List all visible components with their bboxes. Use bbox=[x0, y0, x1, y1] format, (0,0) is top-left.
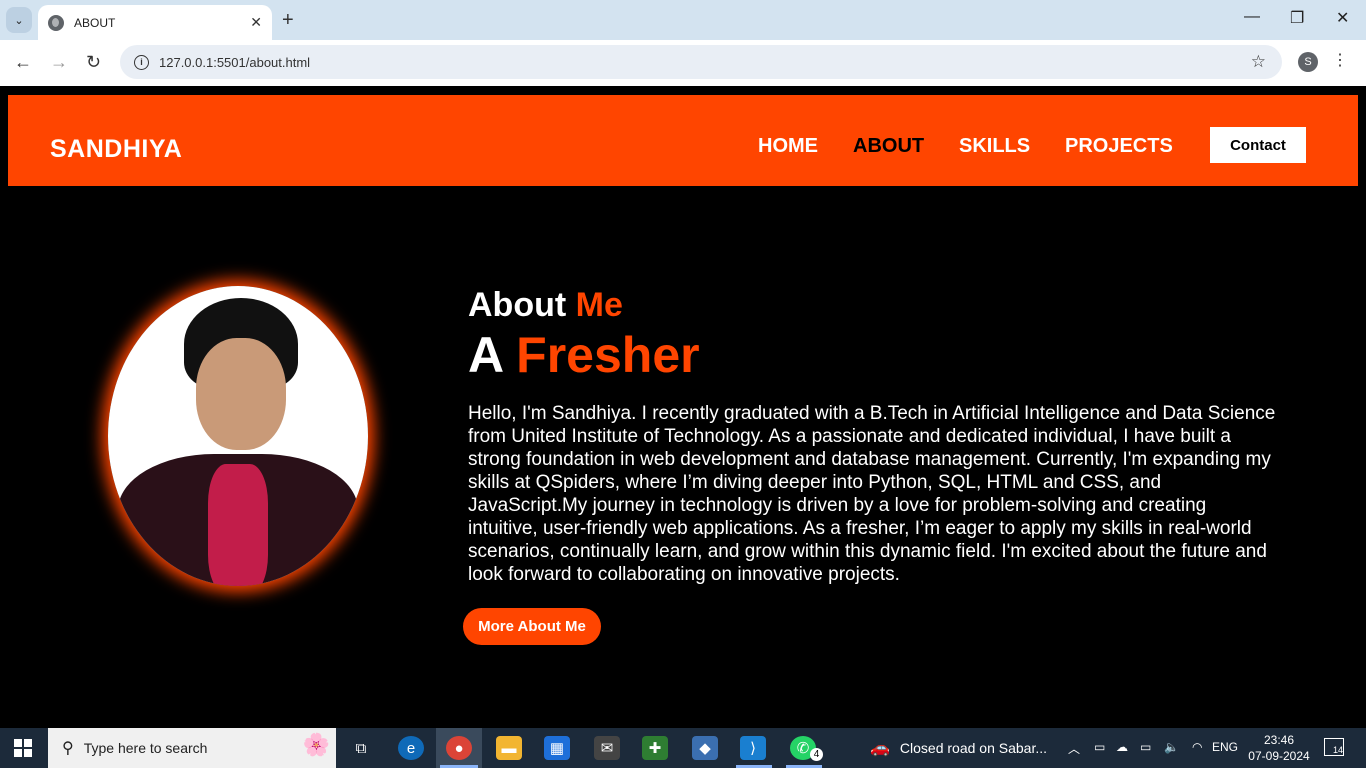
task-view-icon[interactable]: ⧉ bbox=[348, 736, 374, 760]
site-navbar: SANDHIYA HOME ABOUT SKILLS PROJECTS Cont… bbox=[8, 95, 1358, 186]
news-text: Closed road on Sabar... bbox=[899, 740, 1048, 756]
python-icon[interactable]: ◆ bbox=[692, 736, 718, 760]
site-info-icon[interactable]: i bbox=[134, 54, 149, 70]
nav-skills[interactable]: SKILLS bbox=[959, 135, 1030, 158]
about-heading: About Me bbox=[468, 286, 623, 324]
about-paragraph: Hello, I'm Sandhiya. I recently graduate… bbox=[468, 403, 1276, 585]
more-about-me-button[interactable]: More About Me bbox=[463, 608, 601, 645]
taskbar-clock[interactable]: 23:46 07-09-2024 bbox=[1248, 732, 1310, 764]
forward-icon[interactable]: → bbox=[50, 52, 68, 73]
mail-icon[interactable]: ✉ bbox=[594, 736, 620, 760]
vscode-icon[interactable]: ⟩ bbox=[740, 736, 766, 760]
minimize-icon[interactable]: — bbox=[1244, 8, 1260, 26]
new-tab-icon[interactable]: + bbox=[282, 9, 294, 32]
browser-toolbar: ← → ↻ i 127.0.0.1:5501/about.html ☆ S ⋮ bbox=[0, 40, 1366, 86]
volume-icon[interactable]: 🔈 bbox=[1164, 740, 1179, 754]
contact-button[interactable]: Contact bbox=[1210, 127, 1306, 163]
windows-start-icon[interactable] bbox=[14, 739, 32, 757]
taskbar-search-box[interactable]: ⚲ Type here to search 🌸 bbox=[48, 728, 336, 768]
close-window-icon[interactable]: ✕ bbox=[1336, 8, 1349, 28]
notification-center-icon[interactable]: 14 bbox=[1324, 738, 1344, 756]
search-highlight-icon: 🌸 bbox=[302, 732, 330, 757]
browser-tab-strip: ⌄ ABOUT ✕ + — ❐ ✕ bbox=[0, 0, 1366, 40]
bookmark-star-icon[interactable]: ☆ bbox=[1251, 52, 1266, 72]
wifi-icon[interactable]: ◠ bbox=[1192, 740, 1202, 754]
show-hidden-icons[interactable]: ︿ bbox=[1068, 740, 1080, 757]
news-widget[interactable]: 🚗 Closed road on Sabar... bbox=[870, 738, 1047, 758]
app-icon[interactable]: ✚ bbox=[642, 736, 668, 760]
search-placeholder: Type here to search bbox=[83, 740, 208, 756]
tab-close-icon[interactable]: ✕ bbox=[250, 14, 262, 31]
onedrive-icon[interactable]: ☁ bbox=[1116, 740, 1128, 754]
edge-icon[interactable]: e bbox=[398, 736, 424, 760]
nav-about[interactable]: ABOUT bbox=[853, 135, 924, 158]
address-bar[interactable]: i 127.0.0.1:5501/about.html ☆ bbox=[120, 45, 1282, 79]
profile-avatar[interactable]: S bbox=[1298, 52, 1318, 72]
back-icon[interactable]: ← bbox=[14, 52, 32, 73]
restore-icon[interactable]: ❐ bbox=[1290, 8, 1304, 28]
tab-title: ABOUT bbox=[74, 15, 116, 30]
clock-time: 23:46 bbox=[1263, 733, 1295, 747]
browser-menu-icon[interactable]: ⋮ bbox=[1332, 50, 1348, 70]
reload-icon[interactable]: ↻ bbox=[86, 52, 101, 73]
language-indicator[interactable]: ENG bbox=[1212, 740, 1238, 754]
chrome-icon[interactable]: ● bbox=[446, 736, 472, 760]
browser-tab[interactable]: ABOUT ✕ bbox=[38, 5, 272, 40]
url-text: 127.0.0.1:5501/about.html bbox=[159, 54, 311, 70]
search-icon: ⚲ bbox=[62, 740, 74, 757]
notification-count: 14 bbox=[1332, 745, 1343, 755]
battery-icon[interactable]: ▭ bbox=[1140, 740, 1151, 754]
store-icon[interactable]: ▦ bbox=[544, 736, 570, 760]
profile-photo bbox=[108, 286, 368, 586]
about-subheading: A Fresher bbox=[468, 327, 700, 383]
tab-search-button[interactable]: ⌄ bbox=[6, 7, 32, 33]
meet-icon[interactable]: ▭ bbox=[1094, 740, 1105, 754]
nav-projects[interactable]: PROJECTS bbox=[1065, 135, 1173, 158]
globe-icon bbox=[48, 14, 64, 31]
whatsapp-badge: 4 bbox=[810, 748, 823, 761]
windows-taskbar: ⚲ Type here to search 🌸 ⧉ e ● ▬ ▦ ✉ ✚ ◆ … bbox=[0, 728, 1366, 768]
car-alert-icon: 🚗 bbox=[870, 740, 890, 757]
file-explorer-icon[interactable]: ▬ bbox=[496, 736, 522, 760]
site-logo[interactable]: SANDHIYA bbox=[50, 135, 182, 164]
clock-date: 07-09-2024 bbox=[1248, 749, 1310, 763]
web-page: SANDHIYA HOME ABOUT SKILLS PROJECTS Cont… bbox=[0, 86, 1366, 728]
nav-home[interactable]: HOME bbox=[758, 135, 818, 158]
